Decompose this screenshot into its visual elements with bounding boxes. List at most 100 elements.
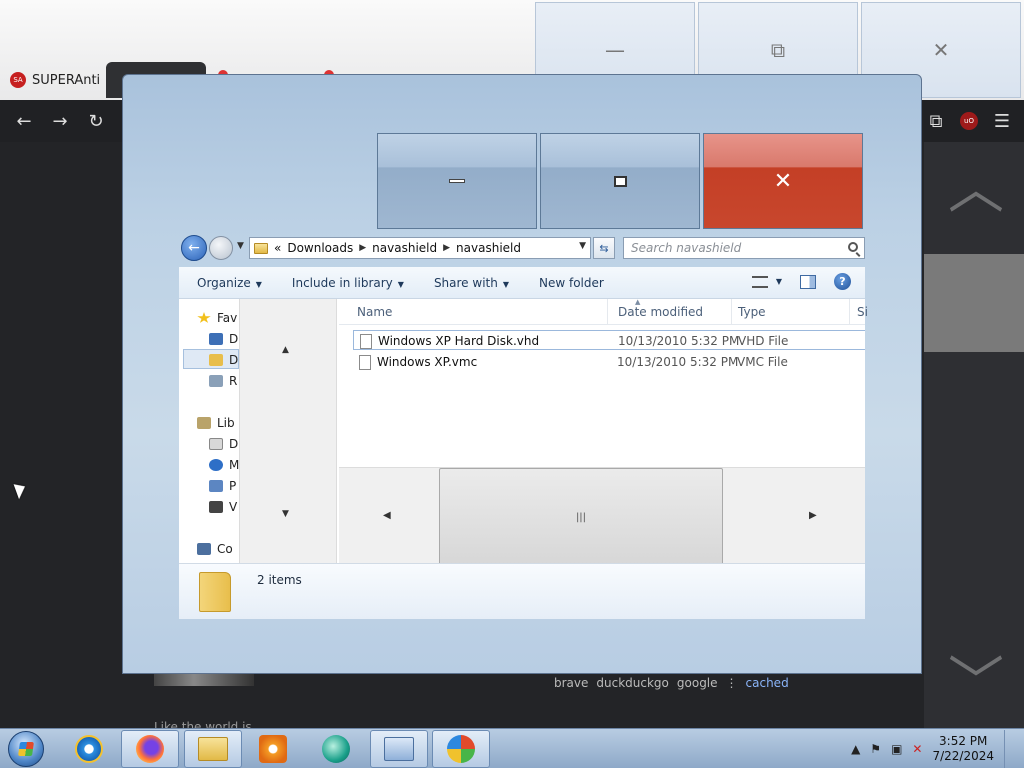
file-row[interactable]: Windows XP.vmc 10/13/2010 5:32 PM VMC Fi…	[353, 352, 865, 372]
explorer-window: ✕ ← ▼ « Downloads ▶ navashield ▶ navashi…	[122, 74, 922, 674]
search-input[interactable]: Search navashield	[623, 237, 865, 259]
column-divider[interactable]	[607, 299, 608, 325]
column-divider[interactable]	[849, 299, 850, 325]
videos-icon	[209, 501, 223, 513]
nav-item-libraries[interactable]: Lib	[197, 416, 235, 430]
nav-item-recent[interactable]: R	[209, 374, 237, 388]
nav-item-desktop[interactable]: D	[209, 332, 238, 346]
file-date: 10/13/2010 5:32 PM	[617, 355, 739, 369]
column-divider[interactable]	[731, 299, 732, 325]
organize-button[interactable]: Organize ▼	[197, 276, 262, 290]
file-row[interactable]: Windows XP Hard Disk.vhd 10/13/2010 5:32…	[353, 330, 865, 350]
refresh-button[interactable]: ⇆	[593, 237, 615, 259]
search-links: brave duckduckgo google ⋮ cached	[554, 676, 789, 690]
virtual-pc-icon	[384, 737, 414, 761]
nav-item-music[interactable]: M	[209, 458, 239, 472]
reload-icon[interactable]: ↻	[78, 111, 114, 132]
nav-item-favorites[interactable]: Fav	[197, 311, 237, 325]
column-type[interactable]: Type	[738, 305, 766, 319]
new-folder-button[interactable]: New folder	[539, 276, 604, 290]
file-type: VMC File	[737, 355, 788, 369]
taskbar-virtual-pc[interactable]	[370, 730, 428, 768]
network-icon[interactable]: ▣	[891, 742, 902, 756]
chevron-down-icon: ▼	[775, 277, 782, 286]
file-icon	[359, 355, 371, 370]
horizontal-scrollbar[interactable]: ◀ ||| ▶	[339, 467, 865, 566]
address-dropdown-icon[interactable]: ▼	[579, 241, 586, 251]
star-icon	[197, 312, 211, 323]
taskbar-windows-xp-mode[interactable]	[432, 730, 490, 768]
nav-item-pictures[interactable]: P	[209, 479, 236, 493]
history-dropdown-icon[interactable]: ▼	[237, 241, 244, 251]
scroll-down-icon[interactable]: ▼	[282, 509, 289, 519]
maximize-button[interactable]	[540, 133, 700, 229]
volume-muted-icon[interactable]: ✕	[912, 742, 922, 756]
link-brave[interactable]: brave	[554, 676, 588, 690]
address-bar[interactable]: « Downloads ▶ navashield ▶ navashield ▼	[249, 237, 591, 259]
column-headers: ▲ Name Date modified Type Si	[339, 298, 868, 325]
thumbnail-image	[154, 672, 254, 686]
menu-icon[interactable]: ☰	[992, 111, 1012, 132]
grip-icon: |||	[575, 511, 587, 523]
forward-button[interactable]	[209, 236, 233, 260]
scroll-down-icon[interactable]: ﹀	[948, 656, 1004, 712]
extensions-icon[interactable]: ⧉	[926, 111, 946, 132]
link-duckduckgo[interactable]: duckduckgo	[596, 676, 669, 690]
horizontal-scrollbar-thumb[interactable]: |||	[439, 468, 723, 566]
taskbar-firefox[interactable]	[121, 730, 179, 768]
breadcrumb-downloads[interactable]: Downloads	[287, 241, 353, 255]
navigation-pane: Fav D D R Lib D M P V Co ▲ ▼	[179, 299, 337, 563]
share-with-button[interactable]: Share with ▼	[434, 276, 509, 290]
nav-pane-scrollbar[interactable]: ▲ ▼	[239, 299, 337, 563]
taskbar-media-player[interactable]	[244, 730, 302, 768]
show-hidden-icons-icon[interactable]: ▲	[851, 742, 860, 756]
nav-item-documents[interactable]: D	[209, 437, 238, 451]
breadcrumb-navashield-current[interactable]: navashield	[456, 241, 521, 255]
file-name: Windows XP Hard Disk.vhd	[378, 334, 540, 348]
link-cached[interactable]: cached	[746, 676, 789, 690]
close-button[interactable]: ✕	[703, 133, 863, 229]
help-icon[interactable]: ?	[834, 273, 851, 290]
chevron-right-icon[interactable]: ▶	[359, 243, 366, 253]
search-icon[interactable]	[848, 242, 858, 252]
nav-item-videos[interactable]: V	[209, 500, 237, 514]
column-date-modified[interactable]: Date modified	[618, 305, 703, 319]
link-google[interactable]: google	[677, 676, 718, 690]
column-size[interactable]: Si	[857, 305, 868, 319]
breadcrumb-overflow[interactable]: «	[274, 241, 281, 255]
start-button[interactable]	[8, 731, 44, 767]
clock[interactable]: 3:52 PM 7/22/2024	[932, 734, 994, 764]
scroll-up-icon[interactable]: ▲	[282, 345, 289, 355]
nav-item-computer[interactable]: Co	[197, 542, 233, 556]
back-button[interactable]: ←	[181, 235, 207, 261]
folder-icon	[209, 354, 223, 366]
minimize-button[interactable]	[377, 133, 537, 229]
taskbar-internet-explorer[interactable]	[60, 730, 118, 768]
change-view-button[interactable]: ▼	[751, 275, 782, 288]
internet-explorer-icon	[75, 735, 103, 763]
page-scrollbar-thumb[interactable]	[924, 254, 1024, 352]
flag-icon[interactable]: ⚑	[870, 742, 881, 756]
file-date: 10/13/2010 5:32 PM	[618, 334, 740, 348]
pictures-icon	[209, 480, 223, 492]
back-arrow-icon: ←	[188, 240, 200, 256]
address-row: ← ▼ « Downloads ▶ navashield ▶ navashiel…	[179, 235, 865, 261]
page-scrollbar[interactable]	[924, 142, 1024, 728]
scroll-up-icon[interactable]: ︿	[948, 162, 1004, 218]
forward-arrow-icon[interactable]: →	[42, 111, 78, 132]
scroll-right-icon[interactable]: ▶	[809, 510, 817, 521]
nav-item-downloads[interactable]: D	[209, 353, 238, 367]
breadcrumb-navashield[interactable]: navashield	[372, 241, 437, 255]
ublock-icon[interactable]: uO	[960, 112, 978, 130]
preview-pane-icon[interactable]	[800, 274, 816, 289]
chevron-right-icon[interactable]: ▶	[443, 243, 450, 253]
scroll-left-icon[interactable]: ◀	[383, 510, 391, 521]
back-arrow-icon[interactable]: ←	[6, 111, 42, 132]
folder-icon	[199, 572, 231, 612]
taskbar-app-green[interactable]	[307, 730, 365, 768]
taskbar-explorer[interactable]	[184, 730, 242, 768]
include-in-library-button[interactable]: Include in library ▼	[292, 276, 404, 290]
browser-tab[interactable]: SA SUPERAnti	[0, 62, 100, 98]
column-name[interactable]: Name	[357, 305, 392, 319]
show-desktop-button[interactable]	[1004, 730, 1014, 768]
